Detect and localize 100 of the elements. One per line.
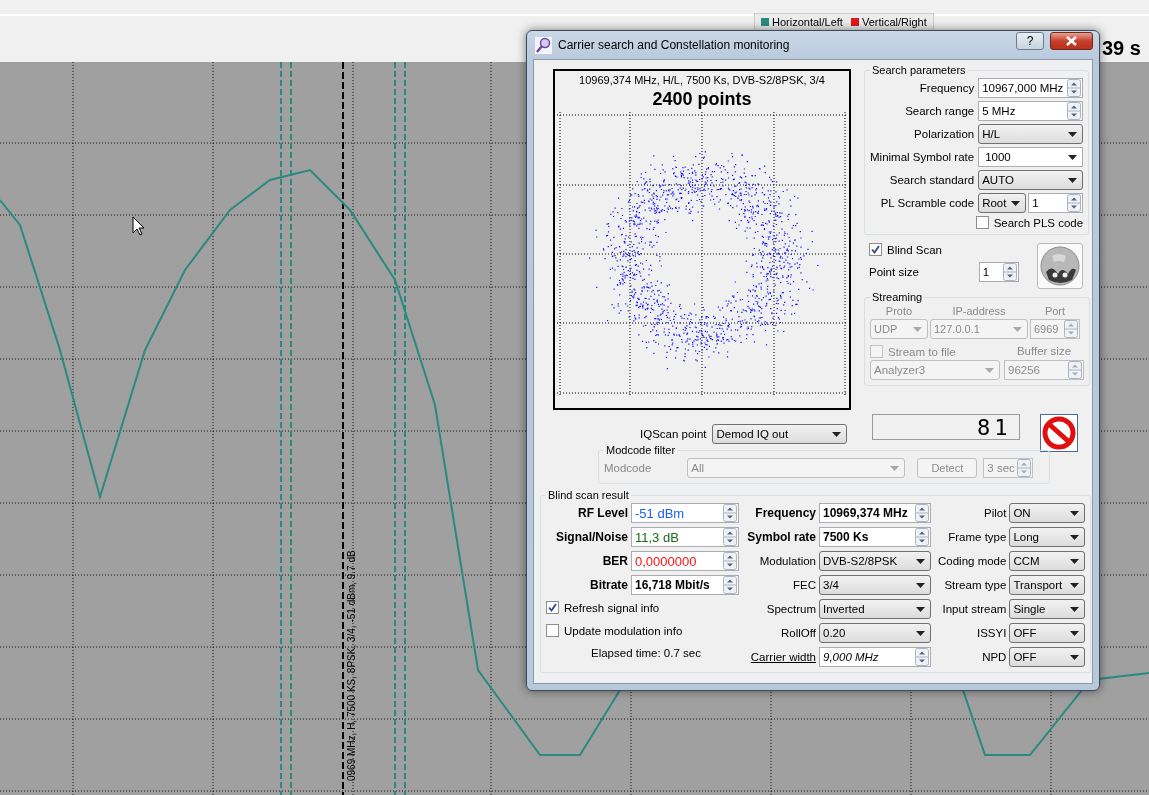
spinner-icon[interactable]: [1067, 79, 1082, 97]
checkbox-label: Search PLS code: [993, 216, 1084, 229]
spin-field[interactable]: 0,0000000: [631, 551, 739, 571]
field-label: Spectrum: [765, 603, 816, 615]
legend-label: Vertical/Right: [861, 16, 927, 28]
points-title: 2400 points: [652, 89, 752, 110]
caret-icon: [832, 431, 842, 437]
field-label: Bitrate: [589, 578, 628, 592]
caret-icon: [916, 630, 925, 636]
spin-field[interactable]: 16,718 Mbit/s: [631, 575, 739, 595]
caret-icon: [1011, 200, 1021, 206]
caret-icon: [916, 606, 925, 612]
link[interactable]: Carrier width: [744, 651, 816, 663]
spin-field[interactable]: 1: [1028, 193, 1084, 213]
field-label: ISSYI: [976, 627, 1007, 639]
checkbox[interactable]: [546, 601, 559, 614]
spinner-icon[interactable]: [915, 528, 929, 546]
checkbox-label: Stream to file: [888, 345, 956, 358]
caret-icon: [890, 465, 900, 471]
field-label: PL Scramble code: [879, 197, 975, 209]
field-label: Port: [1043, 305, 1067, 317]
field-label: Modulation: [758, 555, 816, 567]
checkbox[interactable]: [869, 243, 882, 256]
caret-icon: [985, 367, 994, 373]
spinner-icon[interactable]: [1002, 263, 1017, 281]
no-entry-icon: [1042, 416, 1077, 450]
field-label: FEC: [792, 579, 816, 591]
caret-icon: [916, 582, 925, 588]
dropdown[interactable]: Long: [1009, 527, 1086, 547]
dropdown[interactable]: Transport: [1009, 575, 1086, 595]
field-label: Pilot: [983, 507, 1007, 519]
group-title: Blind scan result: [547, 489, 630, 501]
dropdown[interactable]: ON: [1009, 503, 1086, 523]
field-label: Search standard: [888, 174, 975, 186]
caret-icon: [916, 558, 925, 564]
stop-button[interactable]: [1040, 414, 1079, 452]
field-label: IP-address: [951, 305, 1007, 317]
field-label: Minimal Symbol rate: [870, 151, 975, 163]
dropdown[interactable]: H/L: [978, 124, 1084, 144]
spin-field[interactable]: 1: [978, 262, 1019, 282]
dropdown[interactable]: Root: [978, 193, 1027, 213]
checkbox[interactable]: [546, 624, 559, 637]
spinner-icon[interactable]: [723, 528, 737, 546]
caret-icon: [1068, 154, 1078, 160]
dropdown[interactable]: 1000: [978, 147, 1084, 167]
field-label: Signal/Noise: [554, 530, 628, 544]
caret-icon: [1070, 654, 1080, 660]
spin-field[interactable]: 10969,374 MHz: [819, 503, 931, 523]
field-label: Modcode: [604, 462, 652, 474]
spin-field[interactable]: 5 MHz: [978, 101, 1084, 121]
field-label: IQScan point: [640, 428, 707, 440]
spin-field[interactable]: 9,000 MHz: [819, 647, 931, 667]
caret-icon: [1070, 606, 1080, 612]
caret-icon: [1013, 326, 1022, 332]
dropdown[interactable]: CCM: [1009, 551, 1086, 571]
counter-display: 81: [872, 414, 1021, 440]
checkbox-label: Blind Scan: [887, 243, 942, 256]
dropdown[interactable]: Demod IQ out: [712, 424, 848, 444]
spinner-icon[interactable]: [1067, 102, 1082, 120]
field-label: Frequency: [754, 506, 816, 520]
caret-icon: [1068, 177, 1078, 183]
dropdown[interactable]: OFF: [1009, 623, 1086, 643]
dropdown[interactable]: DVB-S2/8PSK: [819, 551, 931, 571]
dropdown[interactable]: 3/4: [819, 575, 931, 595]
checkbox[interactable]: [975, 216, 989, 229]
group-title: Search parameters: [871, 64, 967, 76]
spinner-icon[interactable]: [723, 576, 737, 594]
caret-icon: [1070, 558, 1080, 564]
field-label: Symbol rate: [746, 530, 816, 544]
checkbox-label: Refresh signal info: [564, 601, 660, 614]
spinner-icon[interactable]: [915, 504, 929, 522]
dropdown[interactable]: Single: [1009, 599, 1086, 619]
field-label: NPD: [981, 651, 1007, 663]
caret-icon: [1070, 630, 1080, 636]
spinner-icon[interactable]: [723, 552, 737, 570]
dropdown[interactable]: AUTO: [978, 170, 1084, 190]
field-label: Search range: [904, 105, 975, 117]
help-button[interactable]: ?: [1016, 32, 1044, 50]
spinner-icon[interactable]: [915, 648, 929, 666]
dropdown[interactable]: 0.20: [819, 623, 931, 643]
caret-icon: [1070, 510, 1080, 516]
legend-label: Horizontal/Left: [772, 16, 843, 28]
field-label: Polarization: [913, 128, 975, 140]
spin-field[interactable]: 10967,000 MHz: [978, 78, 1084, 98]
spin-field[interactable]: 7500 Ks: [819, 527, 931, 547]
spin-field[interactable]: -51 dBm: [631, 503, 739, 523]
spinner-icon[interactable]: [1067, 194, 1082, 212]
header-text: 39 s: [1102, 37, 1141, 60]
close-button[interactable]: [1050, 32, 1093, 50]
group-title: Streaming: [871, 291, 924, 303]
window-title: Carrier search and Constellation monitoring: [558, 38, 791, 52]
cursor-icon: [132, 216, 145, 236]
spinner-icon[interactable]: [723, 504, 737, 522]
caret-icon: [1070, 534, 1080, 540]
caret-icon: [1070, 582, 1080, 588]
checkbox-label: Update modulation info: [564, 624, 683, 637]
dropdown[interactable]: Inverted: [819, 599, 931, 619]
elapsed-time: Elapsed time: 0.7 sec: [591, 647, 702, 659]
dropdown[interactable]: OFF: [1009, 647, 1086, 667]
spin-field[interactable]: 11,3 dB: [631, 527, 739, 547]
